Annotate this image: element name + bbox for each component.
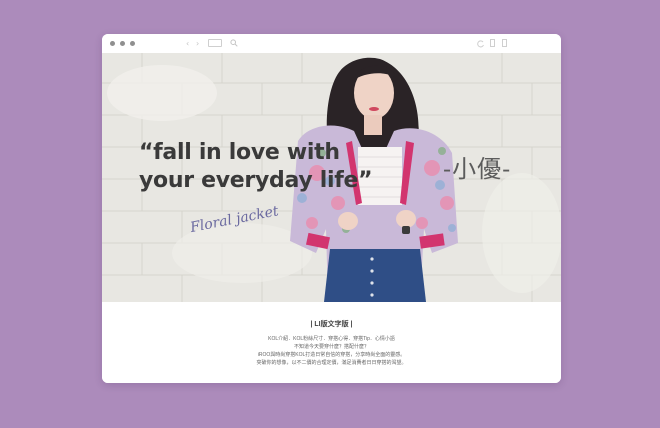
browser-toolbar: ‹ › <box>102 34 561 54</box>
close-window-dot[interactable] <box>110 41 115 46</box>
page-background: { "browser": { "back_icon": "chevron-lef… <box>0 0 660 428</box>
reload-icon[interactable] <box>477 40 485 48</box>
chevron-left-icon[interactable]: ‹ <box>186 39 189 48</box>
browser-window: ‹ › “fall in love with your everyday lif… <box>102 34 561 383</box>
sidebar-toggle-icon[interactable] <box>208 39 222 47</box>
signature-text: -小優- <box>443 155 512 183</box>
caption-section: | LI版文字版 | KOL介紹．KOL粉絲尺寸．穿搭心得．穿搭Tip．心情小語… <box>102 302 561 383</box>
caption-line: iROO與時尚穿搭KOL打造日常自信的穿搭，分享時尚全面的靈感。 <box>257 352 406 358</box>
address-bar[interactable] <box>224 38 494 49</box>
maximize-window-dot[interactable] <box>130 41 135 46</box>
caption-title: | LI版文字版 | <box>310 321 353 328</box>
search-icon <box>230 39 238 47</box>
hero-banner: “fall in love with your everyday life” -… <box>102 53 561 302</box>
minimize-window-dot[interactable] <box>120 41 125 46</box>
share-icon[interactable] <box>490 39 495 47</box>
hero-quote: “fall in love with your everyday life” <box>139 140 373 193</box>
tabs-icon[interactable] <box>502 39 507 47</box>
caption-line: 突破你的想像，以不二價的合理定價，滿足消費者日日穿搭的渴望。 <box>256 360 407 366</box>
caption-line: 不知道今天要穿什麼？搭配什麼？ <box>293 344 369 350</box>
caption-line: KOL介紹．KOL粉絲尺寸．穿搭心得．穿搭Tip．心情小語 <box>268 336 395 342</box>
chevron-right-icon[interactable]: › <box>196 39 199 48</box>
